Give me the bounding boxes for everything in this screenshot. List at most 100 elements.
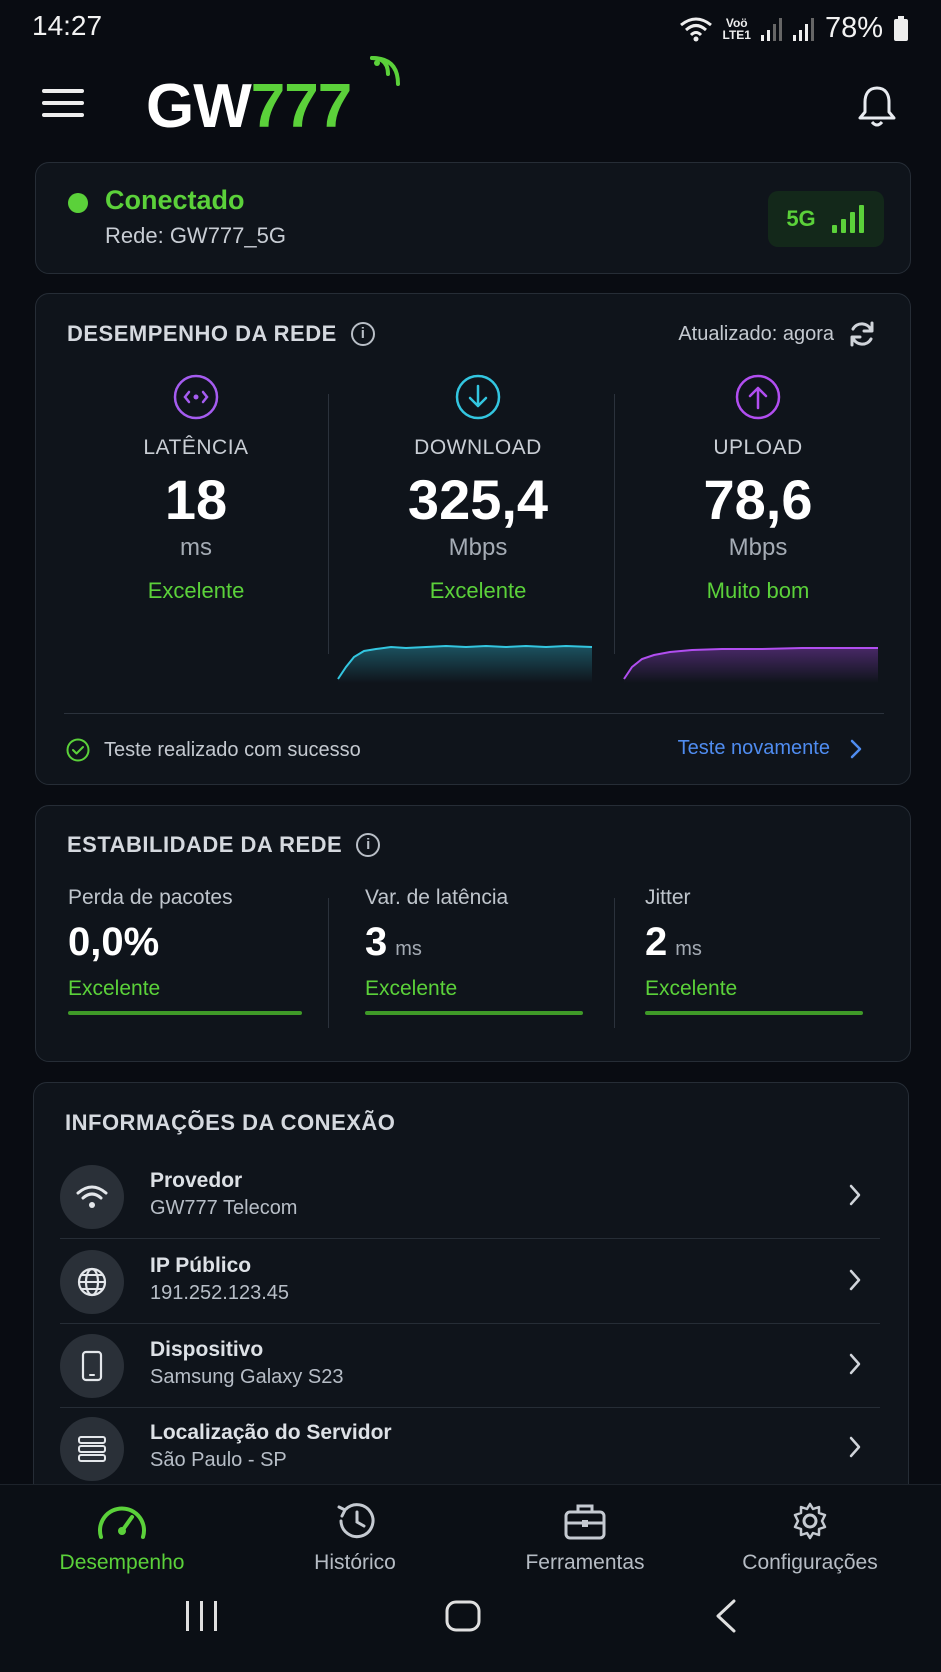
chevron-right-icon bbox=[849, 1184, 861, 1206]
stability-unit: ms bbox=[675, 938, 702, 960]
phone-icon-wrap bbox=[60, 1334, 124, 1398]
row-title: IP Público bbox=[150, 1254, 252, 1277]
stability-bar bbox=[68, 1011, 302, 1015]
metric-status: Muito bom bbox=[706, 578, 810, 603]
server-icon bbox=[78, 1436, 106, 1462]
metric-label: DOWNLOAD bbox=[414, 436, 542, 459]
list-item-public-ip[interactable]: IP Público 191.252.123.45 bbox=[60, 1240, 880, 1324]
info-title: INFORMAÇÕES DA CONEXÃO bbox=[65, 1110, 396, 1135]
signal-1-icon bbox=[760, 17, 782, 41]
download-icon bbox=[455, 374, 501, 420]
retest-link[interactable]: Teste novamente bbox=[678, 737, 862, 760]
globe-icon-wrap bbox=[60, 1250, 124, 1314]
stability-status: Excelente bbox=[68, 977, 161, 1000]
performance-title: DESEMPENHO DA REDE bbox=[67, 321, 337, 346]
stability-label: Jitter bbox=[645, 886, 691, 909]
nav-desempenho[interactable]: Desempenho bbox=[22, 1501, 222, 1575]
metric-upload: UPLOAD 78,6 Mbps Muito bom bbox=[628, 374, 888, 604]
logo-text-white: GW bbox=[146, 72, 252, 141]
metric-unit: ms bbox=[180, 534, 212, 561]
app-logo: GW777 bbox=[146, 56, 400, 146]
list-item-device[interactable]: Dispositivo Samsung Galaxy S23 bbox=[60, 1324, 880, 1408]
metric-status: Excelente bbox=[147, 578, 245, 603]
stability-status: Excelente bbox=[645, 977, 738, 1000]
lte-indicator: Voö LTE1 bbox=[723, 17, 751, 41]
notifications-button[interactable] bbox=[857, 84, 897, 128]
status-icons: Voö LTE1 78% bbox=[679, 12, 910, 45]
divider bbox=[328, 394, 329, 654]
connection-status: Conectado bbox=[105, 185, 245, 215]
wifi-icon-wrap bbox=[60, 1165, 124, 1229]
metric-latency: LATÊNCIA 18 ms Excelente bbox=[66, 374, 326, 604]
upload-sparkline bbox=[623, 647, 878, 683]
stability-status: Excelente bbox=[365, 977, 458, 1000]
nav-label: Histórico bbox=[314, 1551, 396, 1574]
chevron-right-icon bbox=[849, 1353, 861, 1375]
nav-configuracoes[interactable]: Configurações bbox=[710, 1501, 910, 1575]
chevron-right-icon bbox=[850, 739, 862, 758]
stability-jitter: Jitter 2 ms Excelente bbox=[645, 886, 863, 1015]
list-item-server-location[interactable]: Localização do Servidor São Paulo - SP bbox=[60, 1407, 880, 1491]
metric-download: DOWNLOAD 325,4 Mbps Excelente bbox=[348, 374, 608, 604]
bell-icon bbox=[858, 86, 896, 127]
network-type-label: 5G bbox=[786, 206, 816, 231]
menu-button[interactable] bbox=[42, 88, 84, 118]
nav-historico[interactable]: Histórico bbox=[255, 1501, 455, 1575]
metric-value: 18 bbox=[164, 468, 228, 531]
status-time: 14:27 bbox=[32, 10, 103, 41]
divider bbox=[614, 898, 615, 1028]
nav-label: Ferramentas bbox=[525, 1551, 645, 1574]
divider bbox=[614, 394, 615, 654]
wifi-icon bbox=[76, 1185, 108, 1208]
upload-icon bbox=[735, 374, 781, 420]
row-divider bbox=[60, 1238, 880, 1239]
battery-icon bbox=[894, 15, 908, 41]
metric-status: Excelente bbox=[429, 578, 527, 603]
refresh-icon[interactable] bbox=[848, 320, 876, 348]
row-value: GW777 Telecom bbox=[150, 1197, 298, 1219]
logo-text-green: 777 bbox=[250, 72, 352, 141]
list-item-provider[interactable]: Provedor GW777 Telecom bbox=[60, 1155, 880, 1239]
divider bbox=[328, 898, 329, 1028]
wifi-status-icon bbox=[679, 17, 712, 41]
gear-icon bbox=[793, 1502, 827, 1540]
chevron-right-icon bbox=[849, 1269, 861, 1291]
download-sparkline bbox=[337, 644, 593, 683]
stability-value: 3 ms bbox=[365, 920, 422, 964]
stability-packet-loss: Perda de pacotes 0,0% Excelente bbox=[68, 886, 302, 1015]
server-icon-wrap bbox=[60, 1417, 124, 1481]
connected-dot bbox=[68, 193, 88, 213]
metric-label: UPLOAD bbox=[713, 436, 803, 459]
updated-label: Atualizado: agora bbox=[678, 322, 834, 345]
row-title: Dispositivo bbox=[150, 1338, 264, 1361]
info-icon[interactable]: i bbox=[350, 322, 375, 346]
phone-icon bbox=[81, 1350, 103, 1382]
stability-bar bbox=[645, 1011, 863, 1015]
bottom-navigation: Desempenho Histórico Ferramentas Configu… bbox=[0, 1484, 941, 1672]
nav-label: Configurações bbox=[742, 1551, 878, 1574]
latency-icon bbox=[173, 374, 219, 420]
network-type-badge: 5G bbox=[768, 191, 884, 247]
lte-bottom: LTE1 bbox=[722, 27, 751, 42]
logo-signal-icon bbox=[370, 56, 400, 86]
signal-2-icon bbox=[792, 17, 814, 41]
test-result-text: Teste realizado com sucesso bbox=[104, 738, 361, 761]
lte-top: Voö bbox=[725, 15, 748, 30]
metric-unit: Mbps bbox=[728, 534, 788, 561]
metric-unit: Mbps bbox=[448, 534, 508, 561]
stability-value: 0,0% bbox=[68, 920, 160, 964]
connection-card: Conectado Rede: GW777_5G 5G bbox=[35, 162, 911, 274]
network-name: Rede: GW777_5G bbox=[105, 223, 286, 248]
signal-strength-icon bbox=[831, 205, 864, 233]
back-icon[interactable] bbox=[712, 1599, 740, 1633]
home-icon[interactable] bbox=[445, 1599, 481, 1633]
info-icon[interactable]: i bbox=[356, 833, 381, 857]
row-value: São Paulo - SP bbox=[150, 1449, 287, 1471]
stability-bar bbox=[365, 1011, 583, 1015]
speedometer-icon bbox=[98, 1506, 146, 1539]
recent-apps-icon[interactable] bbox=[184, 1599, 220, 1633]
chevron-right-icon bbox=[849, 1436, 861, 1458]
nav-ferramentas[interactable]: Ferramentas bbox=[485, 1501, 685, 1575]
nav-label: Desempenho bbox=[59, 1551, 185, 1574]
metric-value: 78,6 bbox=[703, 468, 813, 531]
